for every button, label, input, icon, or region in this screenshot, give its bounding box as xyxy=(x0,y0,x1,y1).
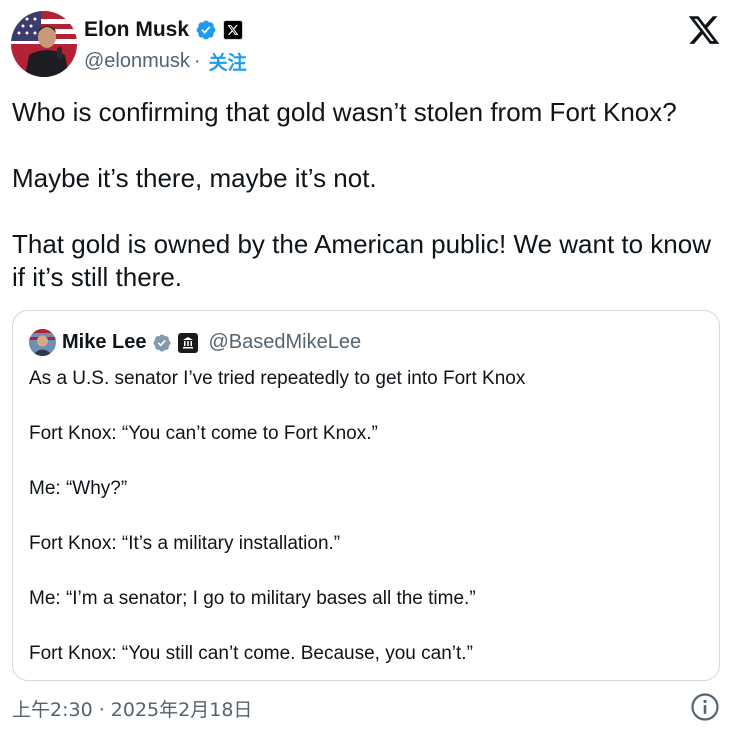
tweet-paragraph: That gold is owned by the American publi… xyxy=(12,229,712,292)
follow-button[interactable]: 关注 xyxy=(209,48,247,75)
tweet-text: Who is confirming that gold wasn’t stole… xyxy=(12,96,724,294)
quoted-tweet-text: As a U.S. senator I’ve tried repeatedly … xyxy=(29,365,709,668)
author-handle[interactable]: @elonmusk xyxy=(84,50,190,73)
quoted-line: Me: “Why?” xyxy=(29,478,128,499)
handle-separator: · xyxy=(193,50,201,72)
quoted-line: As a U.S. senator I’ve tried repeatedly … xyxy=(29,368,526,389)
quoted-author-handle[interactable]: @BasedMikeLee xyxy=(208,331,361,354)
quoted-tweet[interactable]: Mike Lee @BasedMikeLee As a U.S. senator… xyxy=(12,310,720,681)
quoted-line: Fort Knox: “You can’t come to Fort Knox.… xyxy=(29,423,378,444)
verified-badge-icon xyxy=(196,20,216,40)
government-building-icon[interactable] xyxy=(178,332,199,353)
author-avatar[interactable] xyxy=(11,11,77,77)
x-affiliation-icon[interactable] xyxy=(223,20,244,40)
quoted-verified-badge-icon xyxy=(153,333,172,352)
tweet-paragraph: Who is confirming that gold wasn’t stole… xyxy=(12,97,677,127)
info-icon[interactable] xyxy=(690,692,720,722)
quoted-line: Fort Knox: “You still can’t come. Becaus… xyxy=(29,643,473,664)
quoted-line: Me: “I’m a senator; I go to military bas… xyxy=(29,588,476,609)
author-name[interactable]: Elon Musk xyxy=(84,18,189,42)
tweet-paragraph: Maybe it’s there, maybe it’s not. xyxy=(12,163,377,193)
x-logo-icon[interactable] xyxy=(687,13,721,47)
quoted-author-avatar[interactable] xyxy=(29,329,56,356)
tweet-timestamp[interactable]: 上午2:30 · 2025年2月18日 xyxy=(12,695,252,722)
quoted-author-name[interactable]: Mike Lee xyxy=(62,331,146,354)
quoted-line: Fort Knox: “It’s a military installation… xyxy=(29,533,341,554)
